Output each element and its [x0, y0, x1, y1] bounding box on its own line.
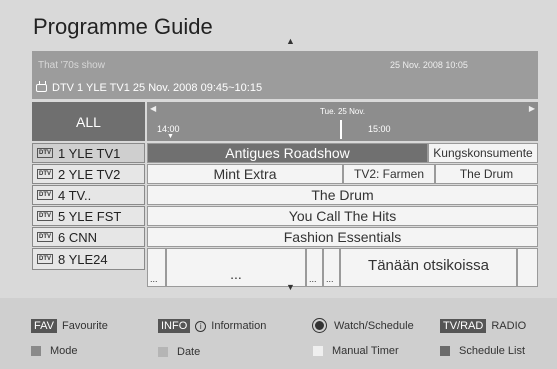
channel-row-3[interactable]: DTV 4 TV.. — [32, 185, 145, 205]
legend-schedule-list: Schedule List — [440, 345, 525, 357]
legend-mode: Mode — [31, 345, 78, 357]
programme-cell[interactable]: ... — [147, 248, 166, 287]
channel-label: 1 YLE TV1 — [58, 145, 121, 161]
channel-row-4[interactable]: DTV 5 YLE FST — [32, 206, 145, 226]
legend-label: Information — [211, 320, 267, 332]
channel-filter-all[interactable]: ALL — [32, 102, 145, 141]
legend-radio: TV/RAD RADIO — [440, 319, 526, 333]
enter-button-icon — [313, 319, 326, 332]
info-icon: i — [195, 320, 207, 332]
legend-favourite: FAV Favourite — [31, 319, 108, 333]
channel-row-1[interactable]: DTV 1 YLE TV1 — [32, 143, 145, 163]
programme-cell[interactable]: TV2: Farmen — [343, 164, 435, 184]
programme-cell[interactable]: Mint Extra — [147, 164, 343, 184]
current-channel-line: DTV 1 YLE TV1 25 Nov. 2008 09:45~10:15 — [36, 82, 262, 94]
current-datetime: 25 Nov. 2008 10:05 — [390, 60, 468, 70]
channel-label: 2 YLE TV2 — [58, 166, 121, 182]
channel-label: 4 TV.. — [58, 187, 92, 203]
programme-info-panel: That '70s show 25 Nov. 2008 10:05 DTV 1 … — [32, 51, 538, 99]
time-label-2: 15:00 — [368, 124, 391, 134]
red-key-icon — [31, 346, 41, 356]
info-key-badge: INFO — [158, 319, 191, 333]
dtv-icon: DTV — [37, 211, 53, 221]
legend-label: Schedule List — [459, 345, 526, 357]
time-divider — [340, 120, 342, 139]
channel-label: 5 YLE FST — [58, 208, 122, 224]
current-time-marker-icon: ▼ — [167, 133, 174, 140]
dtv-icon: DTV — [37, 148, 53, 158]
fav-key-badge: FAV — [31, 319, 57, 333]
key-legend: FAV Favourite INFO i Information Watch/S… — [0, 298, 557, 369]
dtv-icon: DTV — [37, 169, 53, 179]
yellow-key-icon — [313, 346, 323, 356]
page-title: Programme Guide — [33, 14, 213, 39]
blue-key-icon — [440, 346, 450, 356]
dtv-icon: DTV — [37, 232, 53, 242]
programme-cell[interactable]: Antigues Roadshow — [147, 143, 428, 163]
dtv-icon: DTV — [37, 254, 53, 264]
programme-cell[interactable]: Kungskonsumente — [428, 143, 538, 163]
channel-row-5[interactable]: DTV 6 CNN — [32, 227, 145, 247]
legend-label: RADIO — [491, 320, 527, 332]
scroll-down-icon[interactable]: ▼ — [286, 283, 295, 292]
programme-cell[interactable] — [517, 248, 538, 287]
programme-cell[interactable]: ... — [306, 248, 323, 287]
timeline-date: Tue. 25 Nov. — [320, 107, 365, 116]
legend-label: Manual Timer — [332, 345, 399, 357]
programme-cell[interactable]: The Drum — [147, 185, 538, 205]
legend-label: Mode — [50, 345, 78, 357]
channel-label: 6 CNN — [58, 229, 98, 245]
legend-watch-schedule: Watch/Schedule — [313, 319, 414, 332]
dtv-icon: DTV — [37, 190, 53, 200]
channel-row-2[interactable]: DTV 2 YLE TV2 — [32, 164, 145, 184]
tv-icon — [36, 84, 47, 92]
legend-information: INFO i Information — [158, 319, 266, 333]
programme-cell[interactable]: You Call The Hits — [147, 206, 538, 226]
legend-date: Date — [158, 346, 200, 358]
timeline-header: ◀ ▶ Tue. 25 Nov. 14:00 ▼ 15:00 — [147, 102, 538, 141]
channel-label: 8 YLE24 — [58, 251, 108, 267]
legend-label: Date — [177, 346, 201, 358]
current-show-title: That '70s show — [38, 60, 105, 71]
channel-row-6[interactable]: DTV 8 YLE24 — [32, 248, 145, 270]
programme-cell[interactable]: ... — [166, 248, 306, 287]
channel-line-text: DTV 1 YLE TV1 25 Nov. 2008 09:45~10:15 — [52, 82, 263, 94]
scroll-up-icon[interactable]: ▲ — [286, 37, 295, 46]
legend-label: Favourite — [61, 320, 108, 332]
tvrad-key-badge: TV/RAD — [440, 319, 487, 333]
legend-label: Watch/Schedule — [334, 319, 414, 332]
programme-cell[interactable]: The Drum — [435, 164, 538, 184]
green-key-icon — [158, 347, 168, 357]
programme-cell[interactable]: Fashion Essentials — [147, 227, 538, 247]
programme-cell[interactable]: Tänään otsikoissa — [340, 248, 517, 287]
programme-cell[interactable]: ... — [323, 248, 340, 287]
legend-manual-timer: Manual Timer — [313, 345, 399, 357]
